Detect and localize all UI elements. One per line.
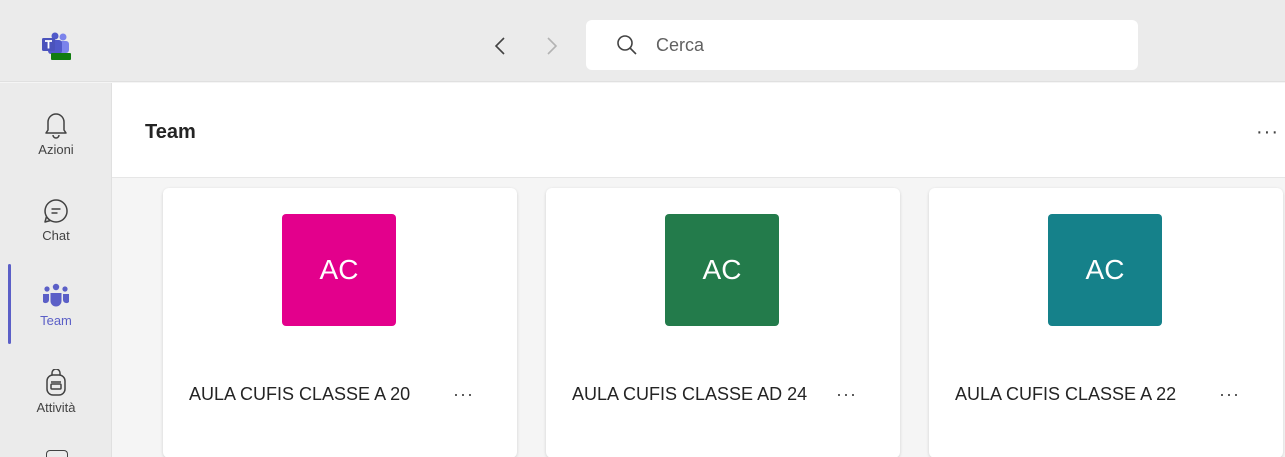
main-content: Team ··· AC AULA CUFIS CLASSE A 20 ··· A… bbox=[112, 83, 1285, 457]
team-card[interactable]: AC AULA CUFIS CLASSE AD 24 ··· bbox=[546, 188, 900, 457]
teams-app: Cerca Azioni Chat Team Attività Team ···… bbox=[0, 0, 1285, 457]
app-rail: Azioni Chat Team Attività bbox=[0, 83, 112, 457]
back-button[interactable] bbox=[488, 34, 512, 58]
teams-logo-icon[interactable] bbox=[42, 32, 72, 60]
rail-item-chat[interactable]: Chat bbox=[0, 179, 112, 259]
teams-icon bbox=[41, 281, 71, 311]
team-more-button[interactable]: ··· bbox=[836, 384, 857, 405]
rail-item-azioni[interactable]: Azioni bbox=[0, 93, 112, 173]
backpack-icon bbox=[41, 368, 71, 398]
team-more-button[interactable]: ··· bbox=[1219, 384, 1240, 405]
team-name: AULA CUFIS CLASSE A 22 bbox=[955, 384, 1177, 404]
more-options-button[interactable]: ··· bbox=[1256, 121, 1279, 144]
search-input[interactable]: Cerca bbox=[586, 20, 1138, 70]
search-icon bbox=[616, 34, 638, 56]
bell-icon bbox=[41, 110, 71, 140]
team-initials: AC bbox=[702, 254, 742, 285]
rail-item-label: Chat bbox=[42, 227, 70, 243]
rail-item-label: Azioni bbox=[38, 141, 74, 157]
team-more-button[interactable]: ··· bbox=[453, 384, 474, 405]
team-avatar: AC bbox=[1048, 214, 1162, 326]
rail-item-partial-icon bbox=[46, 450, 68, 457]
chat-icon bbox=[41, 196, 71, 226]
team-name: AULA CUFIS CLASSE A 20 bbox=[189, 384, 411, 404]
title-bar: Cerca bbox=[0, 0, 1285, 82]
team-avatar: AC bbox=[665, 214, 779, 326]
page-title: Team bbox=[145, 121, 196, 143]
team-initials: AC bbox=[319, 254, 359, 285]
team-card[interactable]: AC AULA CUFIS CLASSE A 22 ··· bbox=[929, 188, 1283, 457]
rail-item-attivita[interactable]: Attività bbox=[0, 351, 112, 431]
team-card[interactable]: AC AULA CUFIS CLASSE A 20 ··· bbox=[163, 188, 517, 457]
rail-item-label: Attività bbox=[36, 399, 76, 415]
rail-item-team[interactable]: Team bbox=[0, 264, 112, 344]
rail-item-label: Team bbox=[40, 312, 72, 328]
team-avatar: AC bbox=[282, 214, 396, 326]
search-placeholder: Cerca bbox=[656, 34, 705, 55]
team-initials: AC bbox=[1085, 254, 1125, 285]
chevron-left-icon bbox=[494, 37, 505, 55]
main-header: Team ··· bbox=[112, 83, 1285, 178]
chevron-right-icon bbox=[547, 37, 558, 55]
forward-button[interactable] bbox=[540, 34, 564, 58]
team-name: AULA CUFIS CLASSE AD 24 bbox=[572, 384, 808, 404]
